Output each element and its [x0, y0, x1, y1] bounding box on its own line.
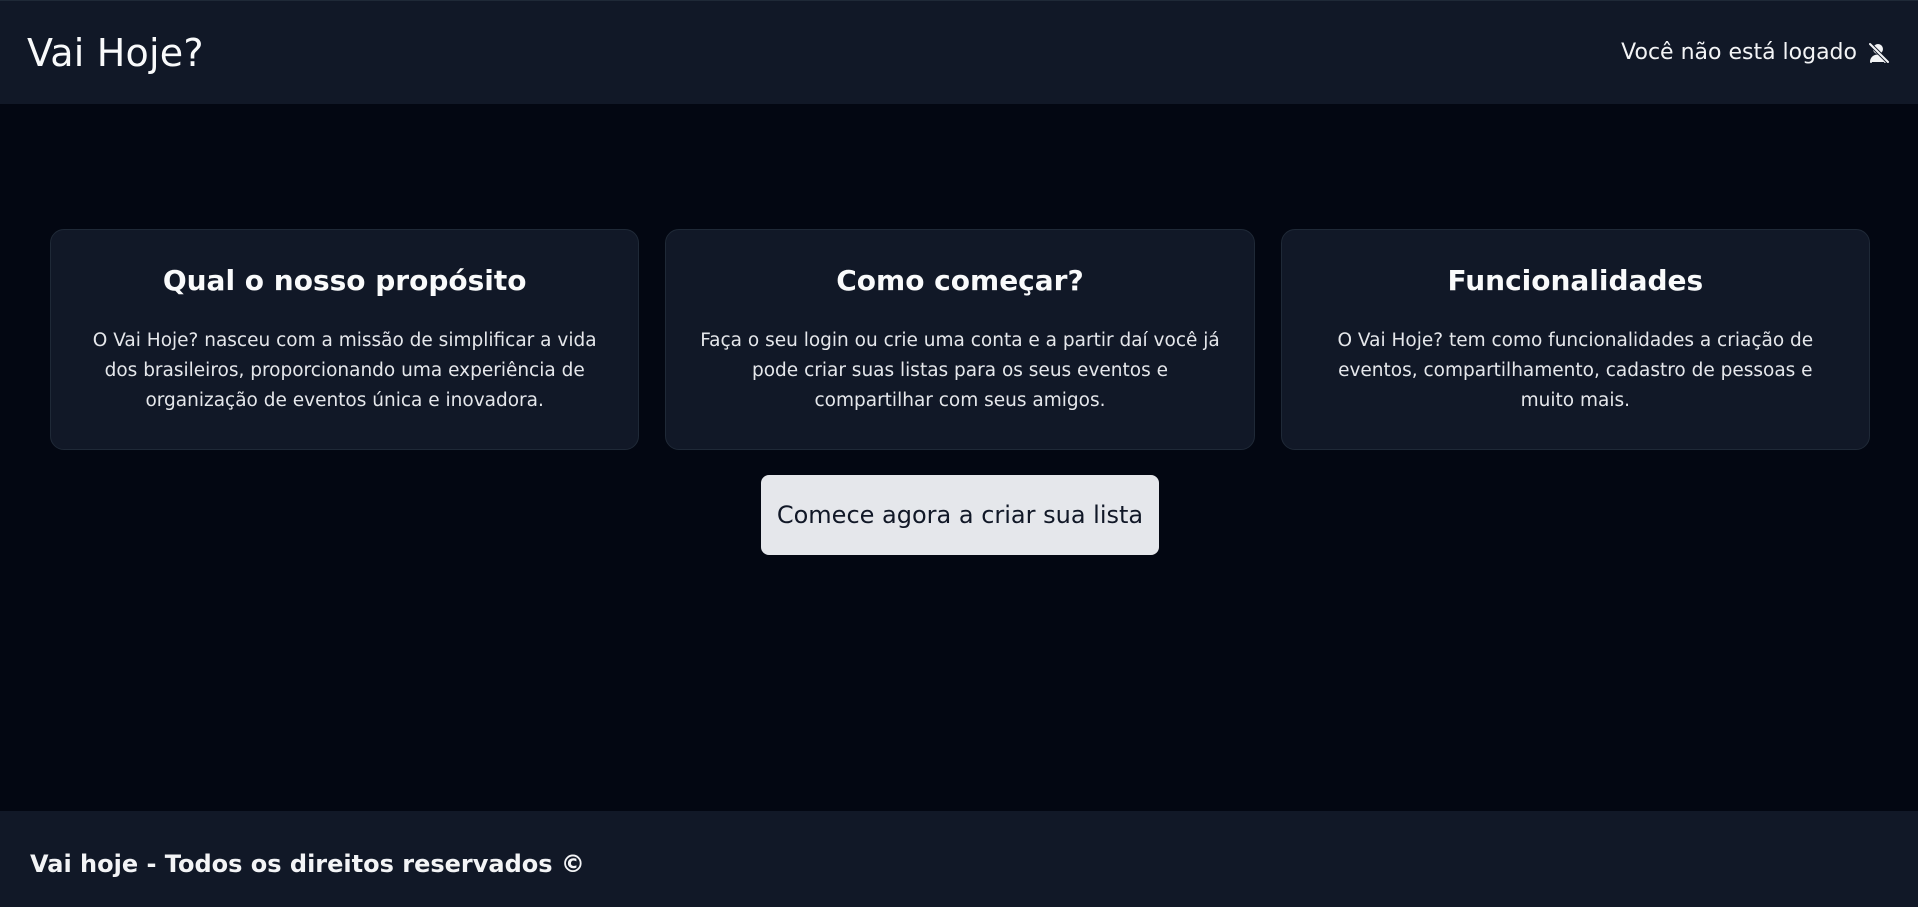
- card-purpose: Qual o nosso propósito O Vai Hoje? nasce…: [50, 229, 640, 450]
- login-status-text: Você não está logado: [1621, 40, 1857, 65]
- card-title: Como começar?: [836, 264, 1084, 297]
- card-title: Funcionalidades: [1447, 264, 1704, 297]
- info-cards: Qual o nosso propósito O Vai Hoje? nasce…: [50, 229, 1870, 450]
- top-header: Vai Hoje? Você não está logado: [0, 0, 1918, 104]
- page-footer: Vai hoje - Todos os direitos reservados …: [0, 811, 1918, 907]
- card-getting-started: Como começar? Faça o seu login ou crie u…: [665, 229, 1255, 450]
- card-features: Funcionalidades O Vai Hoje? tem como fun…: [1280, 229, 1870, 450]
- user-slash-icon: [1867, 41, 1891, 65]
- card-text: O Vai Hoje? tem como funcionalidades a c…: [1337, 329, 1814, 411]
- site-title[interactable]: Vai Hoje?: [27, 34, 204, 72]
- login-status-button[interactable]: Você não está logado: [1621, 40, 1891, 65]
- card-text: Faça o seu login ou crie uma conta e a p…: [700, 329, 1220, 411]
- main-content: Qual o nosso propósito O Vai Hoje? nasce…: [0, 104, 1918, 811]
- card-text: O Vai Hoje? nasceu com a missão de simpl…: [92, 329, 597, 411]
- copyright-text: Vai hoje - Todos os direitos reservados …: [30, 850, 585, 878]
- card-title: Qual o nosso propósito: [162, 264, 527, 297]
- start-list-button[interactable]: Comece agora a criar sua lista: [761, 475, 1159, 555]
